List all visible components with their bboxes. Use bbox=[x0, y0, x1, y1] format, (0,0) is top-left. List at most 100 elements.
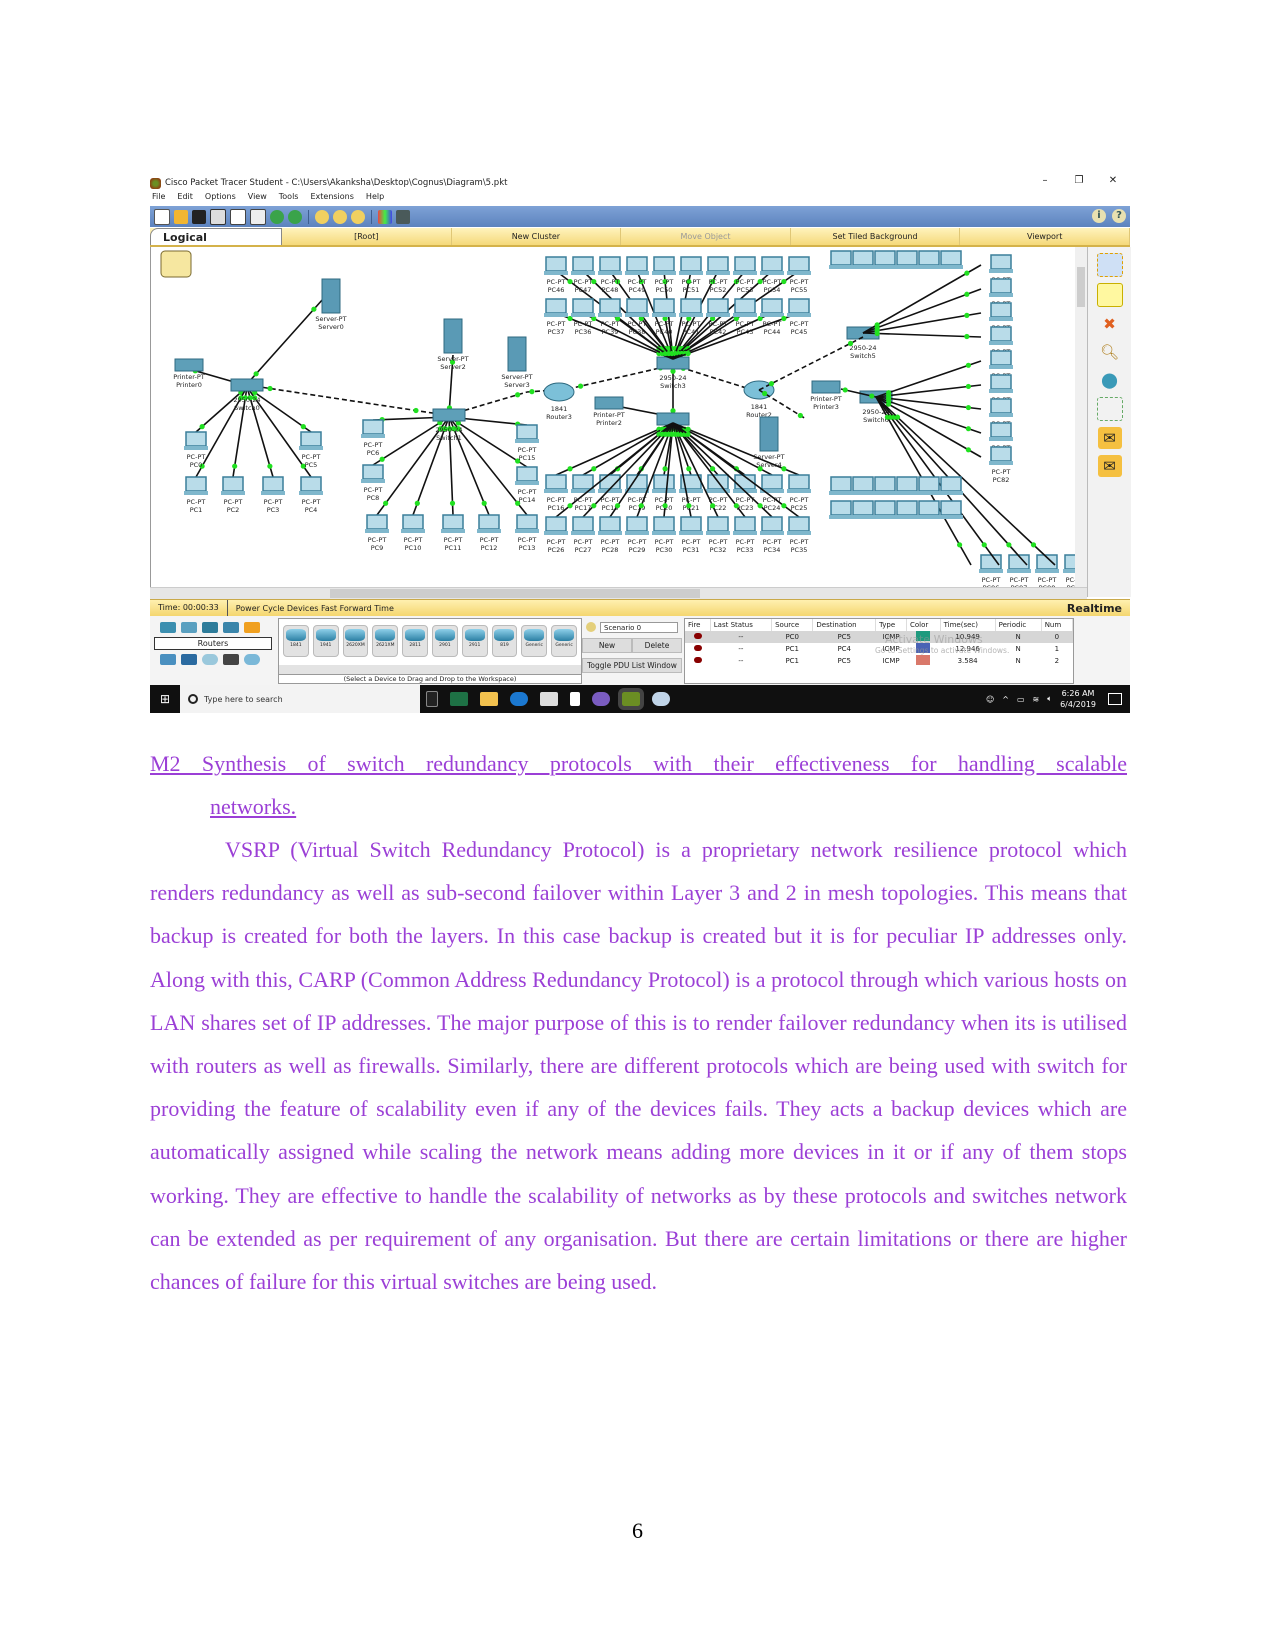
save-icon[interactable] bbox=[192, 209, 206, 224]
fire-button-icon[interactable] bbox=[693, 657, 702, 663]
add-complex-pdu-icon[interactable]: ✉ bbox=[1097, 455, 1122, 477]
fire-button-icon[interactable] bbox=[693, 645, 702, 651]
end-devices-category-icon[interactable] bbox=[160, 654, 176, 665]
routers-category-icon[interactable] bbox=[160, 622, 176, 633]
scenario-select[interactable]: Scenario 0 bbox=[600, 622, 678, 633]
maximize-button[interactable]: ❐ bbox=[1062, 175, 1096, 186]
device-list-scrollbar[interactable] bbox=[279, 665, 581, 674]
device-2621xm[interactable]: 2621XM bbox=[372, 625, 399, 657]
volume-icon[interactable]: 🔈︎ bbox=[1047, 694, 1052, 704]
help-icon[interactable]: ? bbox=[1112, 209, 1126, 223]
multiuser-category-icon[interactable] bbox=[244, 654, 260, 665]
pdu-column-header[interactable]: Num bbox=[1041, 619, 1073, 631]
pdu-column-header[interactable]: Periodic bbox=[995, 619, 1042, 631]
scroll-thumb[interactable] bbox=[330, 589, 700, 598]
wan-emulation-category-icon[interactable] bbox=[202, 654, 218, 665]
device-2620xm[interactable]: 2620XM bbox=[342, 625, 369, 657]
connections-category-icon[interactable] bbox=[244, 622, 260, 633]
power-cycle-fast-forward[interactable]: Power Cycle Devices Fast Forward Time bbox=[228, 604, 394, 613]
packet-tracer-taskbar-icon[interactable] bbox=[618, 688, 644, 710]
pdu-row[interactable]: -- PC1 PC5 ICMP 3.584 N 2 bbox=[685, 655, 1073, 667]
redo-icon[interactable] bbox=[288, 209, 302, 224]
undo-icon[interactable] bbox=[270, 209, 284, 224]
wifi-icon[interactable]: ≋ bbox=[1033, 695, 1040, 704]
pdu-column-header[interactable]: Time(sec) bbox=[940, 619, 996, 631]
close-button[interactable]: ✕ bbox=[1096, 175, 1130, 186]
fire-button-icon[interactable] bbox=[693, 633, 702, 639]
zoom-in-icon[interactable] bbox=[315, 209, 329, 224]
menu-file[interactable]: File bbox=[152, 192, 165, 204]
pdu-row[interactable]: -- PC0 PC5 ICMP 10.949 N 0 bbox=[685, 631, 1073, 643]
scroll-thumb[interactable] bbox=[1077, 267, 1085, 307]
open-folder-icon[interactable] bbox=[174, 209, 188, 224]
resize-icon[interactable] bbox=[1096, 397, 1123, 421]
add-simple-pdu-icon[interactable]: ✉ bbox=[1097, 427, 1122, 449]
pdu-column-header[interactable]: Source bbox=[771, 619, 814, 631]
pdu-column-header[interactable]: Type bbox=[875, 619, 907, 631]
select-icon[interactable] bbox=[1096, 253, 1123, 277]
new-file-icon[interactable] bbox=[154, 208, 170, 225]
logical-tab[interactable]: Logical bbox=[150, 228, 282, 245]
taskbar-clock[interactable]: 6:26 AM 6/4/2019 bbox=[1060, 688, 1096, 710]
zoom-reset-icon[interactable] bbox=[333, 209, 347, 224]
zoom-out-icon[interactable] bbox=[351, 209, 365, 224]
people-icon[interactable]: ☺ bbox=[986, 695, 994, 704]
security-category-icon[interactable] bbox=[181, 654, 197, 665]
task-view-icon[interactable] bbox=[426, 691, 438, 707]
mail-icon[interactable] bbox=[540, 692, 558, 706]
eclipse-icon[interactable] bbox=[592, 692, 610, 706]
device-1841[interactable]: 1841 bbox=[283, 625, 309, 657]
note-icon[interactable] bbox=[1096, 283, 1123, 307]
device-1941[interactable]: 1941 bbox=[312, 625, 339, 657]
file-explorer-icon[interactable] bbox=[480, 692, 498, 706]
hubs-category-icon[interactable] bbox=[202, 622, 218, 633]
realtime-mode-label[interactable]: Realtime bbox=[1067, 602, 1122, 615]
pdu-column-header[interactable]: Fire bbox=[685, 619, 711, 631]
edge-browser-icon[interactable] bbox=[510, 692, 528, 706]
copy-icon[interactable] bbox=[250, 208, 266, 225]
logical-workspace[interactable]: Server-PT Server0 Printer-PT Printer0 2950-2… bbox=[150, 247, 1076, 587]
menu-help[interactable]: Help bbox=[366, 192, 384, 204]
pdu-column-header[interactable]: Destination bbox=[812, 619, 877, 631]
menu-tools[interactable]: Tools bbox=[279, 192, 299, 204]
battery-icon[interactable]: ▭ bbox=[1017, 695, 1025, 704]
device-2901[interactable]: 2901 bbox=[431, 625, 458, 657]
menu-options[interactable]: Options bbox=[205, 192, 236, 204]
menu-edit[interactable]: Edit bbox=[177, 192, 193, 204]
paint-icon[interactable] bbox=[570, 692, 580, 706]
action-center-icon[interactable] bbox=[1108, 693, 1122, 705]
workspace-horizontal-scrollbar[interactable] bbox=[150, 587, 1087, 599]
minimize-button[interactable]: – bbox=[1028, 175, 1062, 186]
delete-icon[interactable]: ✖ bbox=[1098, 313, 1122, 335]
device-generic[interactable]: Generic bbox=[521, 625, 548, 657]
wireless-category-icon[interactable] bbox=[223, 622, 239, 633]
device-template-icon[interactable] bbox=[396, 209, 410, 224]
device-2911[interactable]: 2911 bbox=[461, 625, 488, 657]
excel-icon[interactable] bbox=[450, 692, 468, 706]
windows-start-icon[interactable]: ⊞ bbox=[150, 685, 180, 713]
workspace-vertical-scrollbar[interactable] bbox=[1075, 247, 1087, 587]
root-button[interactable]: [Root] bbox=[282, 228, 452, 245]
new-cluster-button[interactable]: New Cluster bbox=[452, 228, 622, 245]
set-tiled-background-button[interactable]: Set Tiled Background bbox=[791, 228, 961, 245]
draw-shape-icon[interactable]: ⬤ bbox=[1098, 369, 1122, 391]
inspect-icon[interactable]: 🔍︎ bbox=[1098, 341, 1122, 363]
new-scenario-button[interactable]: New bbox=[582, 638, 632, 653]
toggle-pdu-list-button[interactable]: Toggle PDU List Window bbox=[582, 658, 682, 673]
print-icon[interactable] bbox=[210, 208, 226, 225]
menu-extensions[interactable]: Extensions bbox=[310, 192, 353, 204]
pdu-column-header[interactable]: Color bbox=[906, 619, 941, 631]
device-819[interactable]: 819 bbox=[491, 625, 518, 657]
pdu-column-header[interactable]: Last Status bbox=[710, 619, 773, 631]
taskbar-search[interactable]: Type here to search bbox=[180, 685, 420, 713]
switches-category-icon[interactable] bbox=[181, 622, 197, 633]
paint-brush-icon[interactable] bbox=[652, 692, 670, 706]
activity-wizard-icon[interactable] bbox=[230, 208, 246, 225]
delete-scenario-button[interactable]: Delete bbox=[632, 638, 682, 653]
palette-icon[interactable] bbox=[378, 209, 392, 224]
move-object-button[interactable]: Move Object bbox=[621, 228, 791, 245]
custom-devices-category-icon[interactable] bbox=[223, 654, 239, 665]
device-2811[interactable]: 2811 bbox=[402, 625, 428, 657]
viewport-button[interactable]: Viewport bbox=[960, 228, 1130, 245]
device-generic[interactable]: Generic bbox=[551, 625, 577, 657]
